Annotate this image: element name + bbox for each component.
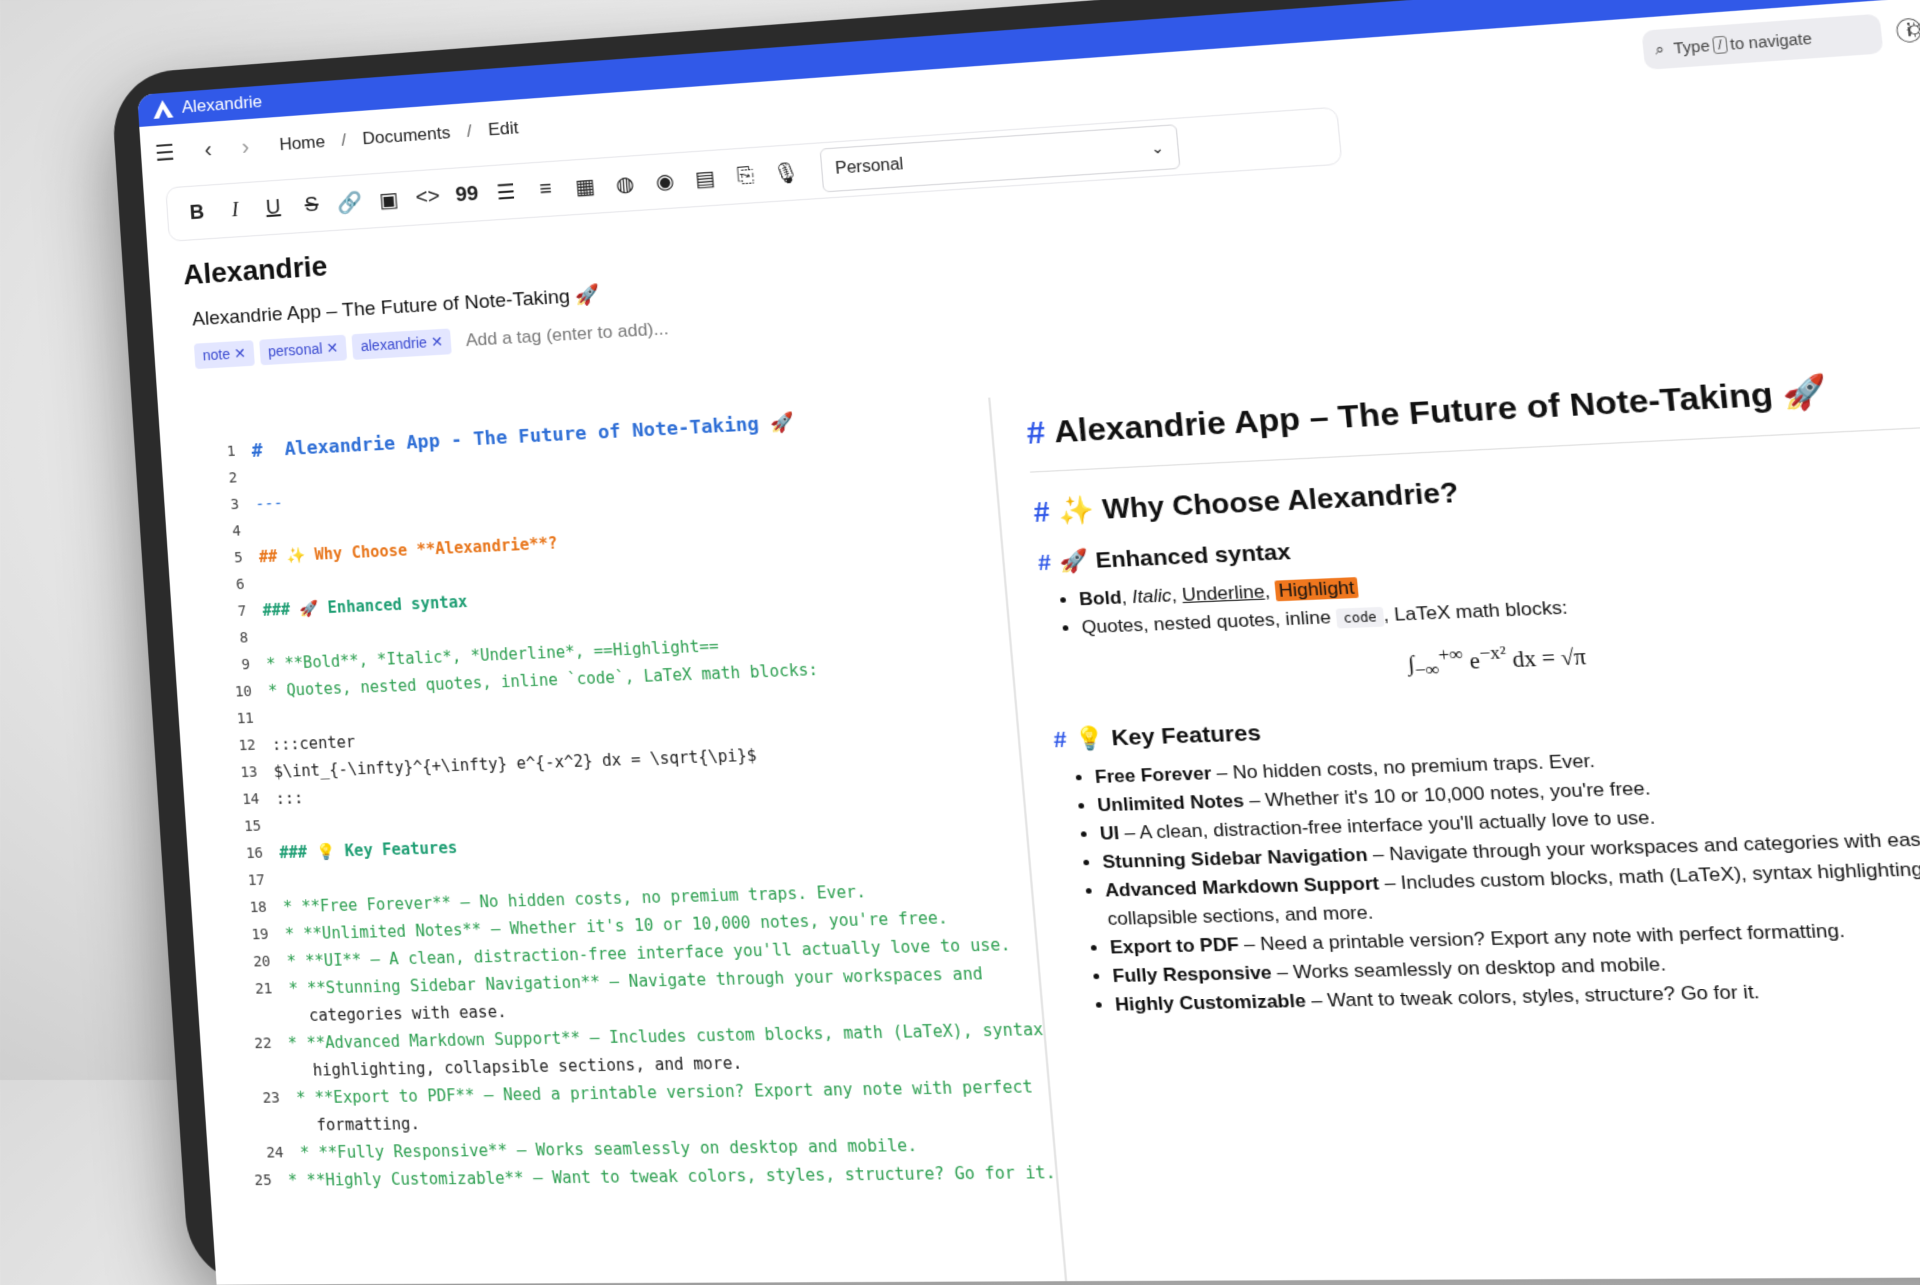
line-number: 2: [192, 469, 254, 488]
feature-desc: – Want to tweak colors, styles, structur…: [1305, 981, 1761, 1011]
line-text: categories with ease.: [290, 1002, 507, 1025]
quote-button[interactable]: 99: [446, 181, 487, 207]
tablet-device: Alexandrie ⧉ ⋮ – □ ✕ ⌕ Type / to navigat…: [110, 0, 1920, 1285]
line-number: 3: [194, 496, 256, 515]
line-number: 11: [209, 710, 271, 729]
line-text: :::center: [271, 733, 355, 755]
breadcrumb-separator: /: [466, 121, 472, 142]
feature-name: UI: [1099, 822, 1120, 843]
feature-desc: – Works seamlessly on desktop and mobile…: [1271, 953, 1667, 983]
line-text: ---: [255, 493, 284, 513]
line-number: 5: [198, 549, 260, 568]
breadcrumb-separator: /: [341, 130, 347, 151]
bold-button[interactable]: B: [177, 200, 217, 226]
app-screen: Alexandrie ⧉ ⋮ – □ ✕ ⌕ Type / to navigat…: [137, 0, 1920, 1285]
bullet-list-icon[interactable]: ☰: [486, 178, 527, 206]
feature-name: Advanced Markdown Support: [1104, 872, 1380, 900]
feature-name: Export to PDF: [1109, 934, 1239, 958]
line-number: 13: [212, 764, 274, 783]
feature-name: Free Forever: [1094, 762, 1212, 787]
theme-toggle-icon[interactable]: ☼: [1901, 13, 1920, 43]
preview-icon[interactable]: ◉: [644, 167, 686, 196]
line-number: 20: [225, 953, 287, 971]
tag-alexandrie[interactable]: alexandrie ✕: [352, 328, 453, 359]
alexandrie-logo-icon: [151, 98, 174, 120]
line-number: 8: [203, 629, 265, 648]
line-number: 23: [234, 1090, 297, 1108]
chevron-down-icon: ⌄: [1150, 138, 1165, 157]
breadcrumb-edit: Edit: [487, 118, 519, 141]
line-number: 22: [231, 1035, 289, 1053]
search-suffix: to navigate: [1729, 30, 1812, 53]
line-text: * **Highly Customizable** – Want to twea…: [287, 1163, 1056, 1190]
image-icon[interactable]: ▣: [369, 186, 410, 214]
markdown-preview: # Alexandrie App – The Future of Note-Tak…: [990, 345, 1920, 1281]
workspace-select[interactable]: Personal ⌄: [820, 124, 1181, 192]
back-icon[interactable]: ‹: [204, 137, 213, 164]
workspace-value: Personal: [835, 156, 905, 179]
line-number: 7: [201, 602, 263, 621]
microphone-icon[interactable]: 🎙: [765, 159, 808, 188]
link-icon[interactable]: 🔗: [330, 188, 370, 216]
underline-button[interactable]: U: [253, 195, 293, 221]
line-number: [237, 1125, 299, 1126]
feature-name: Unlimited Notes: [1097, 790, 1245, 815]
line-text: formatting.: [298, 1114, 421, 1135]
palette-icon[interactable]: ◍: [604, 170, 646, 198]
breadcrumb-documents[interactable]: Documents: [362, 123, 451, 150]
line-number: 14: [214, 791, 276, 810]
export-icon[interactable]: ⎘: [724, 162, 766, 189]
italic-button[interactable]: I: [215, 197, 255, 223]
search-key: /: [1712, 36, 1727, 54]
line-number: 4: [196, 522, 258, 541]
feature-name: Stunning Sidebar Navigation: [1102, 844, 1369, 872]
highlight-text: Highlight: [1274, 577, 1359, 601]
line-text: highlighting, collapsible sections, and …: [294, 1053, 743, 1080]
editor-panes: 1 # Alexandrie App - The Future of Note-T…: [190, 345, 1920, 1284]
forward-icon[interactable]: ›: [241, 134, 250, 161]
preview-heading-1: # Alexandrie App – The Future of Note-Tak…: [1025, 367, 1920, 473]
line-text: * **Fully Responsive** – Works seamlessl…: [299, 1136, 917, 1163]
ordered-list-icon[interactable]: ≡: [525, 176, 566, 202]
search-prefix: Type: [1673, 37, 1711, 57]
search-icon: ⌕: [1654, 40, 1665, 59]
feature-name: Highly Customizable: [1114, 990, 1307, 1015]
line-text: ### 💡 Key Features: [279, 838, 458, 862]
tag-note[interactable]: note ✕: [194, 340, 255, 369]
line-number: 21: [227, 980, 289, 998]
line-number: 16: [218, 845, 280, 863]
line-text: :::: [275, 789, 304, 809]
markdown-editor[interactable]: 1 # Alexandrie App - The Future of Note-T…: [190, 398, 1067, 1285]
tag-personal[interactable]: personal ✕: [259, 335, 347, 366]
save-icon[interactable]: ▤: [684, 164, 726, 193]
strikethrough-button[interactable]: S: [292, 192, 332, 218]
line-number: [229, 1016, 290, 1017]
line-number: [233, 1071, 294, 1072]
line-number: 1: [191, 443, 252, 463]
line-number: 15: [216, 818, 278, 837]
line-number: 9: [205, 656, 267, 675]
inline-code: code: [1336, 607, 1385, 629]
line-number: 6: [200, 576, 262, 595]
line-number: 19: [223, 926, 285, 944]
tag-input[interactable]: Add a tag (enter to add)...: [465, 318, 669, 351]
breadcrumb-home[interactable]: Home: [279, 132, 326, 155]
menu-icon[interactable]: ☰: [154, 140, 175, 167]
line-number: 24: [238, 1144, 301, 1162]
line-number: 25: [240, 1172, 289, 1189]
feature-name: Fully Responsive: [1112, 962, 1273, 986]
features-list: Free Forever – No hidden costs, no premi…: [1056, 734, 1920, 1020]
table-icon[interactable]: ▦: [564, 172, 606, 200]
puzzle-icon[interactable]: ⧉: [1743, 0, 1764, 2]
code-button[interactable]: <>: [407, 184, 448, 210]
line-number: 17: [220, 872, 282, 890]
line-number: 18: [221, 899, 283, 917]
line-number: 12: [210, 737, 272, 756]
line-number: 10: [207, 683, 269, 702]
